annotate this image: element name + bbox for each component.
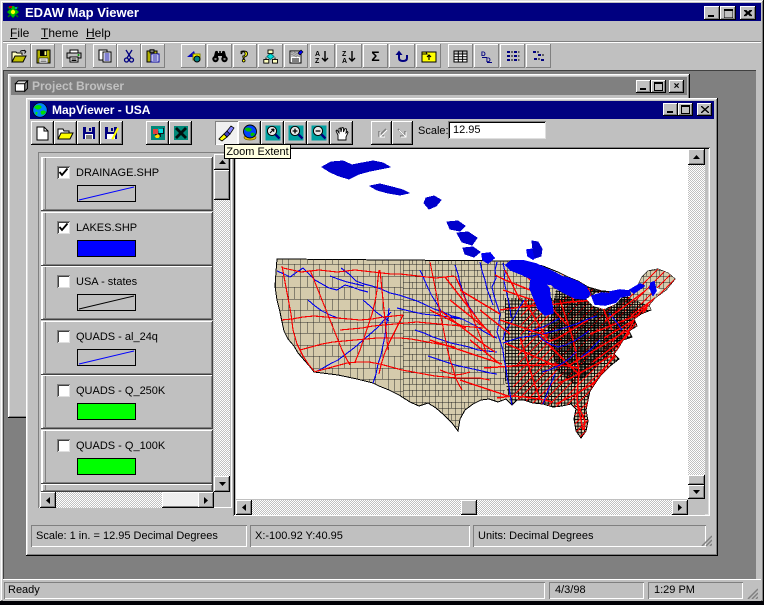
svg-text:?: ?	[240, 47, 249, 65]
svg-text:Z: Z	[342, 51, 347, 58]
svg-text:A: A	[342, 58, 347, 64]
svg-text:Z: Z	[315, 58, 320, 64]
svg-text:A: A	[315, 51, 320, 58]
